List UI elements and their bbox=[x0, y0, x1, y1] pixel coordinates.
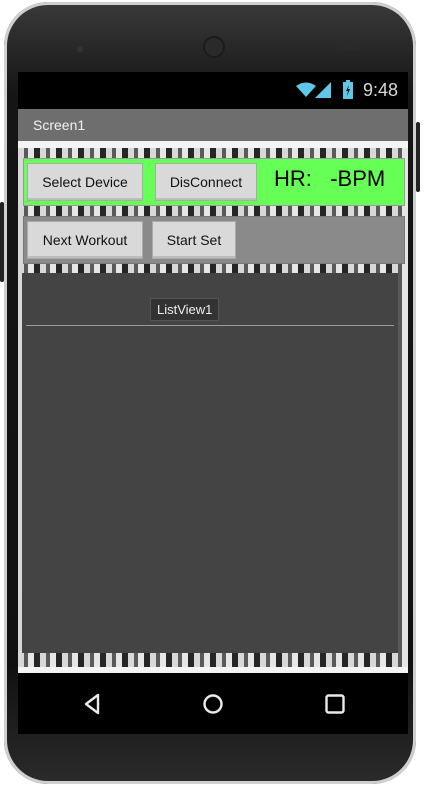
navigation-bar bbox=[18, 673, 408, 734]
device-controls-row: Select Device DisConnect HR: -BPM bbox=[23, 158, 405, 206]
phone-frame: 9:48 Screen1 Select Device DisConnect HR… bbox=[0, 2, 420, 784]
screen: 9:48 Screen1 Select Device DisConnect HR… bbox=[18, 72, 408, 734]
workout-controls-row: Next Workout Start Set bbox=[23, 216, 405, 264]
power-button bbox=[416, 122, 420, 192]
home-icon[interactable] bbox=[200, 691, 226, 717]
battery-icon bbox=[343, 80, 353, 99]
select-device-button[interactable]: Select Device bbox=[27, 163, 143, 201]
app-title: Screen1 bbox=[33, 117, 86, 133]
workout-list-view[interactable]: ListView1 bbox=[22, 273, 398, 653]
disconnect-button[interactable]: DisConnect bbox=[155, 163, 257, 201]
start-set-button[interactable]: Start Set bbox=[152, 221, 236, 259]
back-icon[interactable] bbox=[79, 691, 105, 717]
status-time: 9:48 bbox=[362, 80, 398, 100]
list-divider bbox=[26, 325, 394, 326]
top-divider bbox=[18, 141, 408, 148]
volume-button bbox=[0, 202, 4, 282]
next-workout-button[interactable]: Next Workout bbox=[27, 221, 143, 259]
wifi-icon bbox=[296, 82, 316, 97]
signal-icon bbox=[315, 82, 331, 98]
front-sensor bbox=[77, 46, 83, 52]
list-view-label: ListView1 bbox=[150, 298, 220, 321]
app-title-bar: Screen1 bbox=[18, 109, 408, 141]
camera-icon bbox=[205, 38, 223, 56]
heart-rate-label: HR: -BPM bbox=[274, 166, 386, 191]
earpiece bbox=[340, 46, 358, 50]
recents-icon[interactable] bbox=[322, 691, 348, 717]
status-bar: 9:48 bbox=[18, 72, 408, 109]
